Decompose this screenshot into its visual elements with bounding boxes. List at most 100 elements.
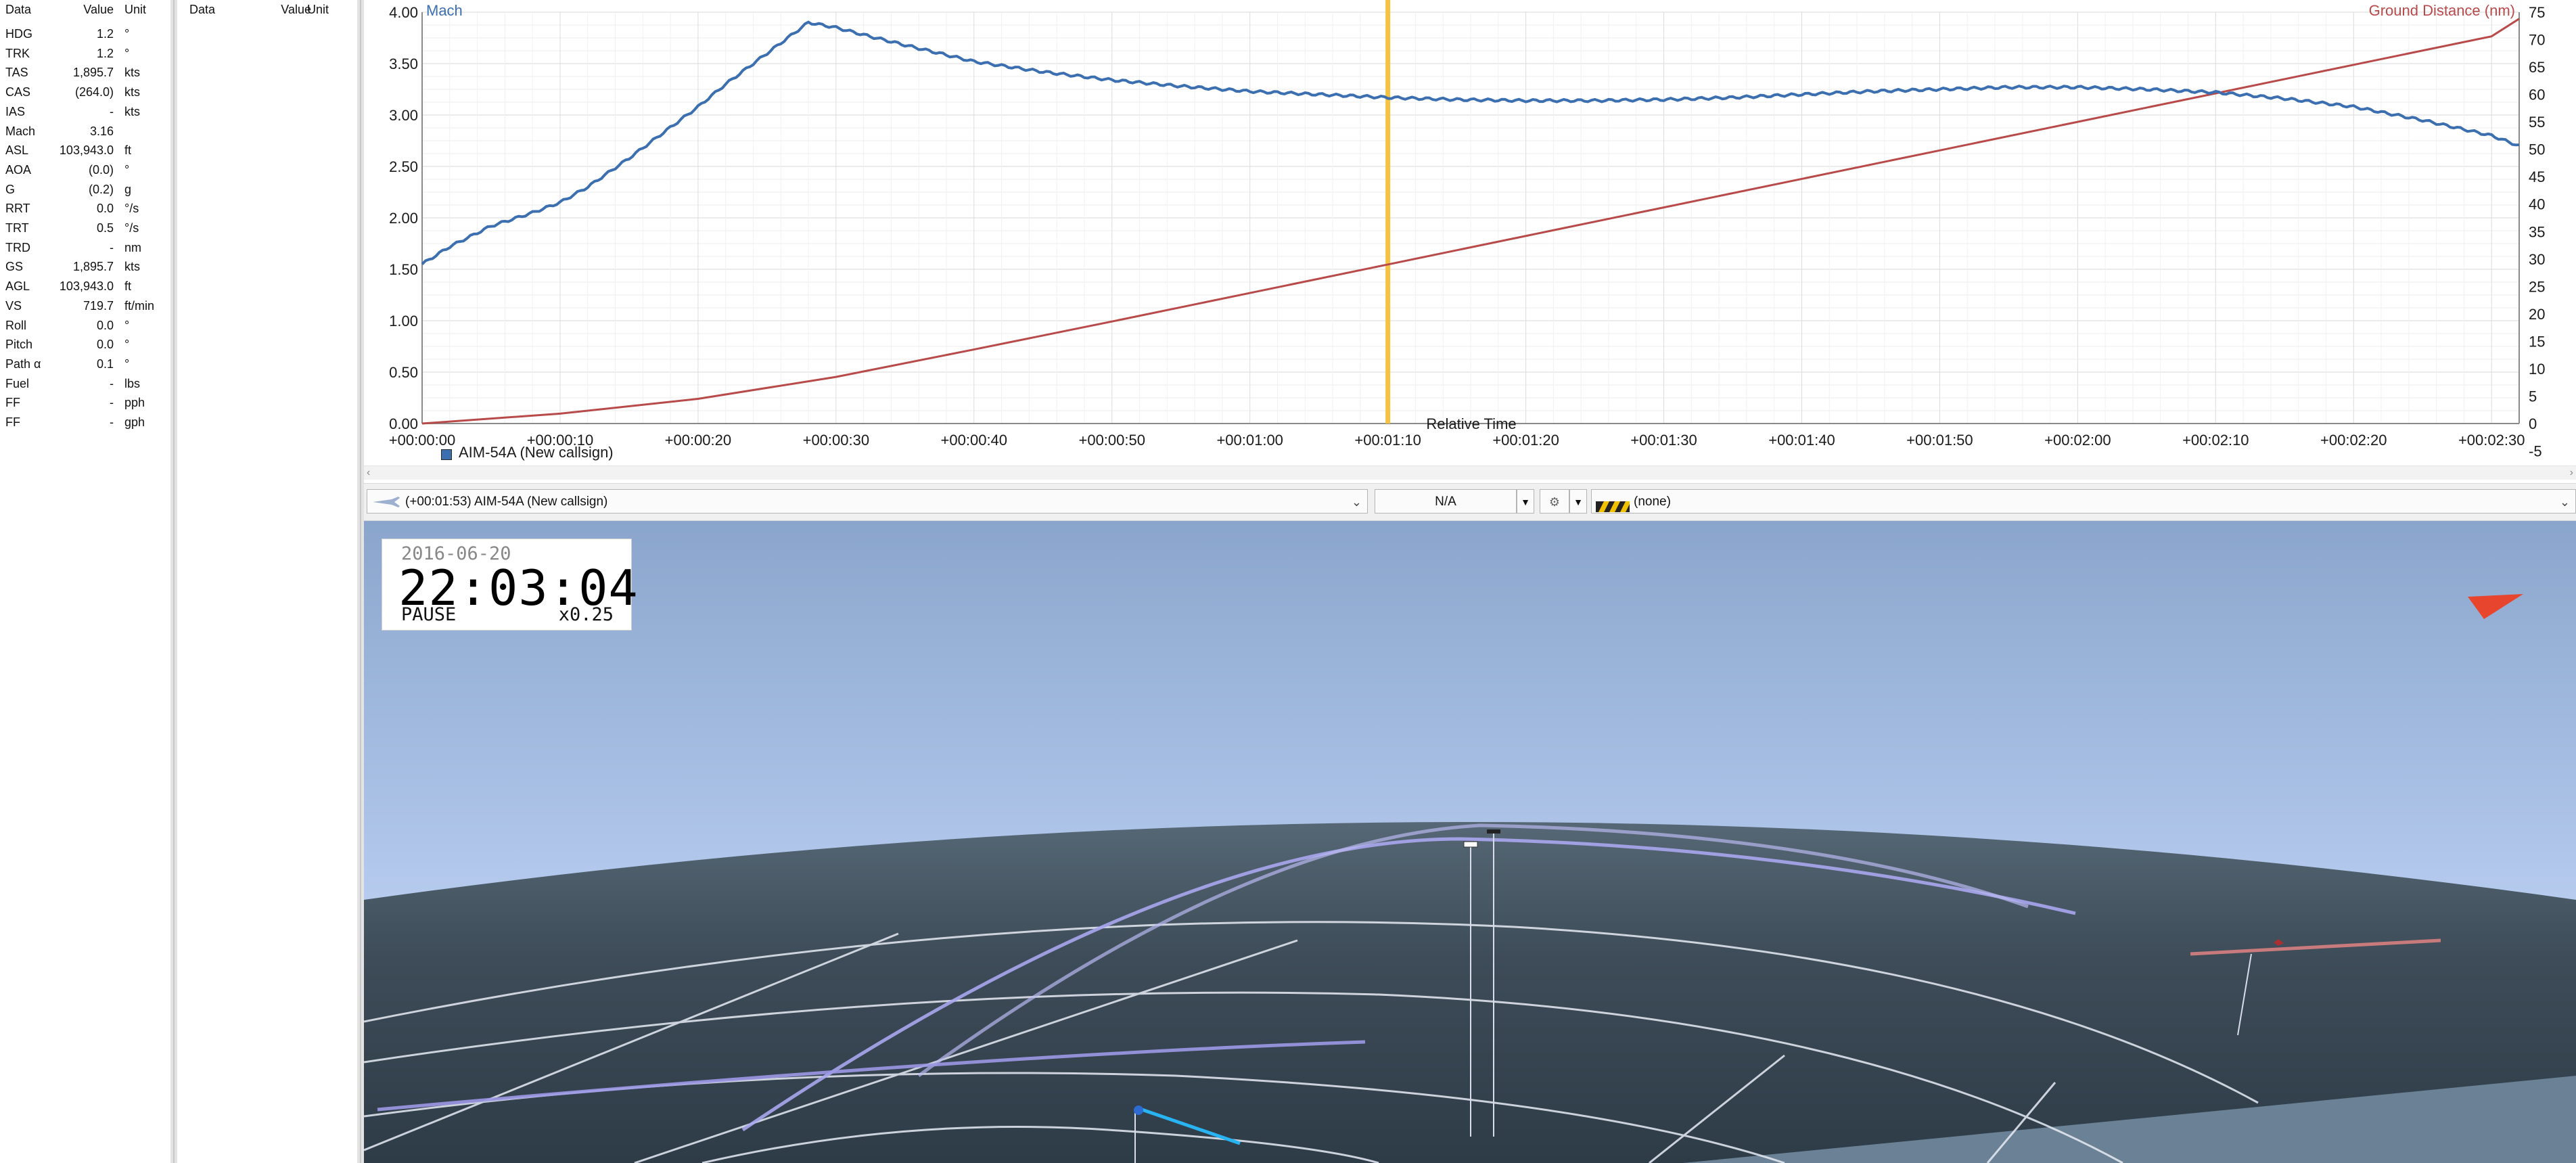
- row-unit: lbs: [124, 376, 141, 390]
- reference-select-value: N/A: [1435, 495, 1456, 509]
- row-unit: gph: [124, 415, 145, 429]
- table-row[interactable]: Mach 3.16: [0, 122, 170, 141]
- playback-state: PAUSE: [401, 604, 457, 625]
- header-unit[interactable]: Unit: [124, 0, 146, 19]
- y-right-tick-label: 5: [2529, 388, 2537, 405]
- header-value[interactable]: Value: [267, 0, 311, 19]
- header-data[interactable]: Data: [5, 0, 31, 19]
- y-right-tick-label: 40: [2529, 196, 2545, 213]
- row-unit: °/s: [124, 221, 139, 235]
- x-tick-label: +00:01:40: [1768, 432, 1835, 449]
- row-value: 719.7: [83, 298, 114, 313]
- 3d-view[interactable]: [364, 521, 2576, 1163]
- row-name: Roll: [5, 318, 27, 332]
- table-row[interactable]: ASL 103,943.0 ft: [0, 141, 170, 160]
- table-row[interactable]: FF - gph: [0, 413, 170, 432]
- y-left-tick-label: 1.50: [389, 261, 418, 278]
- table-row[interactable]: Pitch 0.0 °: [0, 335, 170, 354]
- y-right-tick-label: 30: [2529, 251, 2545, 268]
- x-tick-label: +00:01:50: [1906, 432, 1973, 449]
- x-tick-label: +00:00:50: [1078, 432, 1145, 449]
- row-name: HDG: [5, 27, 32, 41]
- mach-distance-chart[interactable]: 0.00 0.50 1.00 1.50 2.00 2.50 3.00 3.50 4.00 -5 0 5…: [364, 0, 2576, 467]
- table-row[interactable]: IAS - kts: [0, 102, 170, 121]
- x-tick-label: +00:00:00: [389, 432, 455, 449]
- row-value: 1.2: [96, 46, 114, 60]
- y-left-tick-label: 4.00: [389, 4, 418, 21]
- row-value: -: [110, 240, 114, 254]
- table-row[interactable]: HDG 1.2 °: [0, 24, 170, 43]
- legend-label[interactable]: AIM-54A (New callsign): [459, 444, 614, 461]
- playback-clock: 2016-06-20 22:03:04 PAUSE x0.25: [382, 539, 638, 631]
- row-name: RRT: [5, 202, 30, 216]
- header-unit[interactable]: Unit: [307, 0, 329, 19]
- row-unit: kts: [124, 260, 141, 274]
- row-value: 0.0: [96, 338, 114, 352]
- table-row[interactable]: RRT 0.0 °/s: [0, 199, 170, 218]
- row-name: AOA: [5, 162, 32, 177]
- aircraft-marker[interactable]: [1134, 1105, 1143, 1115]
- table-row[interactable]: FF - pph: [0, 393, 170, 412]
- row-name: ASL: [5, 143, 29, 158]
- row-unit: pph: [124, 396, 145, 410]
- y-right-tick-label: 70: [2529, 32, 2545, 49]
- header-value[interactable]: Value: [83, 0, 114, 19]
- reference-select[interactable]: N/A: [1375, 489, 1517, 514]
- missile-marker[interactable]: [1463, 841, 1478, 848]
- row-unit: ft: [124, 143, 132, 158]
- y-right-tick-label: 75: [2529, 4, 2545, 21]
- object-select[interactable]: (+00:01:53) AIM-54A (New callsign) ⌄: [367, 489, 1368, 514]
- splitter-line: [360, 0, 361, 1163]
- y-left-tick-label: 0.00: [389, 415, 418, 432]
- y-right-title: Ground Distance (nm): [2369, 2, 2515, 19]
- secondary-table-header: Data Value Unit: [177, 0, 357, 19]
- 3d-scene[interactable]: [364, 521, 2576, 1163]
- table-row[interactable]: Roll 0.0 °: [0, 316, 170, 335]
- camera-dropdown-button[interactable]: ▼: [1569, 489, 1587, 514]
- chart-scrollbar[interactable]: ‹ ›: [364, 465, 2576, 480]
- reference-dropdown-button[interactable]: ▼: [1517, 489, 1534, 514]
- table-row[interactable]: G (0.2) g: [0, 180, 170, 199]
- secondary-table: Data Value Unit: [177, 0, 357, 1163]
- scroll-left-icon[interactable]: ‹: [367, 466, 370, 480]
- table-row[interactable]: AOA (0.0) °: [0, 160, 170, 179]
- row-value: 0.0: [96, 202, 114, 216]
- y-right-tick-label: 60: [2529, 87, 2545, 104]
- y-left-tick-label: 0.50: [389, 364, 418, 381]
- table-row[interactable]: CAS (264.0) kts: [0, 83, 170, 101]
- filter-select[interactable]: (none) ⌄: [1591, 489, 2576, 514]
- header-data[interactable]: Data: [189, 0, 215, 19]
- x-tick-label: +00:01:10: [1354, 432, 1421, 449]
- table-row[interactable]: TRK 1.2 °: [0, 44, 170, 63]
- row-unit: °: [124, 27, 130, 41]
- row-unit: ft/min: [124, 298, 155, 313]
- table-row[interactable]: Path α 0.1 °: [0, 355, 170, 373]
- row-unit: nm: [124, 240, 142, 254]
- row-name: Fuel: [5, 376, 30, 390]
- row-name: CAS: [5, 85, 31, 99]
- x-tick-label: +00:01:20: [1492, 432, 1559, 449]
- y-left-tick-label: 3.00: [389, 107, 418, 124]
- table-row[interactable]: Fuel - lbs: [0, 374, 170, 393]
- scroll-right-icon[interactable]: ›: [2570, 466, 2573, 480]
- object-select-value: (+00:01:53) AIM-54A (New callsign): [405, 495, 608, 509]
- table-row[interactable]: AGL 103,943.0 ft: [0, 277, 170, 296]
- row-name: TRD: [5, 240, 30, 254]
- chevron-down-icon: ⌄: [1351, 495, 1362, 509]
- row-name: IAS: [5, 104, 26, 118]
- table-row[interactable]: TAS 1,895.7 kts: [0, 63, 170, 82]
- splitter-line: [173, 0, 175, 1163]
- row-unit: kts: [124, 66, 141, 80]
- chart-panel[interactable]: 0.00 0.50 1.00 1.50 2.00 2.50 3.00 3.50 4.00 -5 0 5…: [364, 0, 2576, 474]
- row-value: 3.16: [89, 124, 114, 138]
- x-tick-label: +00:02:20: [2320, 432, 2387, 449]
- playback-speed: x0.25: [558, 604, 614, 625]
- table-row[interactable]: TRT 0.5 °/s: [0, 219, 170, 237]
- table-row[interactable]: VS 719.7 ft/min: [0, 296, 170, 315]
- table-row[interactable]: GS 1,895.7 kts: [0, 257, 170, 276]
- camera-settings-button[interactable]: ⚙: [1540, 489, 1569, 514]
- row-value: 103,943.0: [59, 279, 114, 294]
- row-unit: °: [124, 318, 130, 332]
- table-row[interactable]: TRD - nm: [0, 238, 170, 257]
- target-marker[interactable]: [1487, 829, 1500, 834]
